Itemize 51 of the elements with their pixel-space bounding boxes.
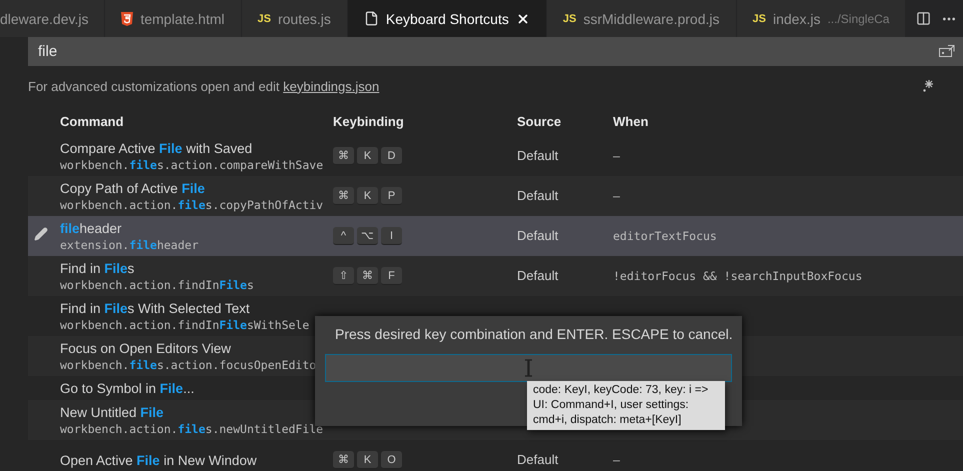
- key-cap: F: [381, 267, 402, 285]
- key-cap: ⌘: [357, 267, 378, 285]
- column-header: Keybinding: [333, 112, 405, 131]
- when-text: !editorFocus && !searchInputBoxFocus: [613, 269, 862, 283]
- key-cap: ^: [333, 227, 354, 245]
- when-text: —: [613, 149, 620, 163]
- command-label: Find in Files With Selected Text: [60, 300, 251, 316]
- command-label: Copy Path of Active File: [60, 180, 206, 196]
- file-type-label: JS: [562, 12, 576, 24]
- source-text: Default: [517, 268, 558, 283]
- key-cap: K: [357, 451, 378, 469]
- tab-description: .../SingleCa: [827, 12, 890, 26]
- key-cap: D: [381, 147, 402, 165]
- command-id: workbench.files.action.compareWithSave: [60, 156, 324, 172]
- key-cap: ⌥: [357, 227, 378, 245]
- command-id: workbench.action.files.copyPathOfActiv: [60, 196, 324, 212]
- key-cap: ⇧: [333, 267, 354, 285]
- when-text: —: [613, 189, 620, 203]
- command-id: workbench.action.findInFilesWithSele: [60, 316, 310, 332]
- source-text: Default: [517, 188, 558, 203]
- command-label: Focus on Open Editors View: [60, 340, 232, 356]
- file-type-label: JS: [752, 12, 766, 24]
- command-id: workbench.action.findInFiles: [60, 276, 255, 292]
- column-header: Command: [60, 112, 125, 130]
- command-label: New Untitled File: [60, 404, 165, 420]
- key-cap: ⌘: [333, 187, 354, 205]
- key-cap: ⌘: [333, 451, 354, 469]
- column-header: When: [613, 112, 650, 130]
- info-text: For advanced customizations open and edit keybindings.json: [28, 78, 380, 94]
- column-header: Source: [517, 112, 562, 130]
- command-label: Compare Active File with Saved: [60, 140, 254, 156]
- when-text: —: [613, 453, 620, 467]
- key-cap: O: [381, 451, 402, 469]
- source-text: Default: [517, 148, 558, 163]
- command-id: workbench.action.files.newUntitledFile: [60, 420, 324, 436]
- source-text: Default: [517, 452, 558, 467]
- key-cap: ⌘: [333, 147, 354, 165]
- dialog-prompt: Press desired key combination and ENTER. ESCAPE to cancel.: [334, 326, 732, 342]
- key-cap: P: [381, 187, 402, 205]
- command-id: extension.fileheader: [60, 236, 200, 252]
- source-text: Default: [517, 228, 558, 243]
- key-cap: I: [381, 227, 402, 245]
- command-label: Find in Files: [60, 260, 136, 276]
- when-text: editorTextFocus: [613, 229, 717, 243]
- command-label: fileheader: [60, 220, 123, 236]
- command-id: workbench.files.action.focusOpenEdito: [60, 356, 318, 372]
- key-cap: K: [357, 147, 378, 165]
- file-type-label: JS: [258, 12, 271, 24]
- command-label: Open Active File in New Window: [60, 452, 258, 468]
- key-cap: K: [357, 187, 378, 205]
- tooltip: code: KeyI, keyCode: 73, key: i => UI: Command+I, user settings: cmd+i, dispatch: meta+[KeyI]: [527, 381, 725, 430]
